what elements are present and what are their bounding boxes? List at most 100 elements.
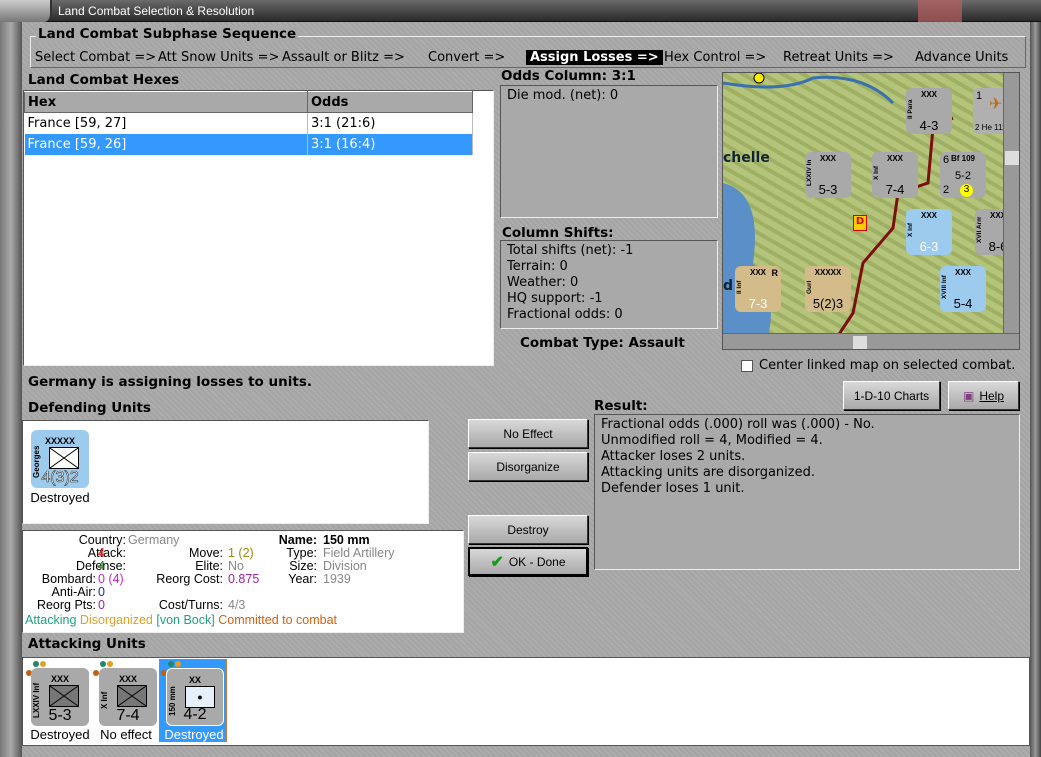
air-counter[interactable]: Bf 109 5-2 6 2 3 <box>940 152 986 198</box>
element <box>168 661 174 667</box>
map-counters-1-value: 5-3 <box>818 182 838 197</box>
disorganize-button[interactable]: Disorganize <box>468 452 588 481</box>
element <box>50 686 78 706</box>
buttons-no_effect: No Effect <box>503 426 553 441</box>
defending-title: Defending Units <box>28 400 151 416</box>
vscroll-thumb[interactable] <box>1005 151 1019 165</box>
charts-button[interactable]: 1-D-10 Charts <box>843 381 940 410</box>
attacking-units-list[interactable]: XXX LXXIV Inf 5-3 Destroyed XXX X Inf 7-4 No… <box>22 657 1030 746</box>
info-flags-0: Attacking <box>25 613 77 627</box>
col-hex[interactable]: Hex <box>24 91 308 113</box>
map-counter-defender[interactable]: XXX X Inf 6-3 <box>906 209 952 255</box>
attacking-unit-status: Destroyed <box>30 727 90 742</box>
attacking-units-2-value: 4-2 <box>183 706 207 723</box>
city-marker <box>753 73 765 84</box>
step-assign-losses: Assign Losses => <box>526 50 663 65</box>
map-counters-3-left: 6 <box>943 154 950 166</box>
result-line: Attacker loses 2 units. <box>601 449 746 464</box>
attacking-unit-status: Destroyed <box>164 727 224 742</box>
attacking-title: Attacking Units <box>28 636 146 652</box>
river <box>723 75 895 105</box>
map-counters-3-bottom: 2 <box>943 184 950 196</box>
year-value: 1939 <box>323 572 351 586</box>
element <box>107 661 113 667</box>
map-counters-8-value: 5-4 <box>953 296 973 311</box>
no-effect-button[interactable]: No Effect <box>468 419 588 448</box>
reorgcost-value: 0.875 <box>228 572 260 586</box>
artillery-dot-icon: ● <box>185 686 215 708</box>
unit-flags: Attacking Disorganized [von Bock] Commit… <box>25 613 337 628</box>
hq-shift: HQ support: -1 <box>507 291 603 306</box>
odds-title: Odds Column: 3:1 <box>501 68 636 84</box>
col-odds[interactable]: Odds <box>307 91 473 113</box>
attacking-unit-counter-selected[interactable]: XX 150 mm ● 4-2 <box>166 668 224 726</box>
map-counter[interactable]: XXX LXXIV Inf 5-3 <box>805 152 851 198</box>
costturns-value: 4/3 <box>228 598 246 612</box>
defending-units-list[interactable]: XXXXX Georges 4(3)2 Destroyed <box>22 420 429 524</box>
result-title: Result: <box>594 398 648 414</box>
map-counter[interactable]: XXX II Para 4-3 <box>906 88 952 134</box>
info-costturns_k: Cost/Turns: <box>158 598 223 612</box>
defending-unit-counter[interactable]: XXXXX Georges 4(3)2 <box>31 430 89 488</box>
terrain-shift: Terrain: 0 <box>507 259 568 274</box>
attacking-units-1-value: 7-4 <box>116 707 140 724</box>
odds-cell: 3:1 (16:4) <box>307 133 473 155</box>
defending-unit-status: Destroyed <box>30 490 90 505</box>
defending-units-0-value: 4(3)2 <box>41 469 79 487</box>
help-button[interactable]: ▣ Help <box>948 381 1019 410</box>
linked-map[interactable]: chelle d XXX II Para 4-3 1 ✈ 2 He 111 XXX LXX… <box>722 72 1020 350</box>
plane-icon: ✈ <box>989 96 1003 113</box>
right-frame <box>1030 22 1041 757</box>
subphase-title: Land Combat Subphase Sequence <box>36 26 299 42</box>
hscroll-thumb[interactable] <box>853 336 867 349</box>
charts-label: 1-D-10 Charts <box>853 388 930 403</box>
hex-list[interactable]: Hex Odds France [59, 27] 3:1 (21:6) France… <box>23 90 494 366</box>
element <box>50 448 78 468</box>
step-convert: Convert => <box>428 50 506 65</box>
weather-shift: Weather: 0 <box>507 275 579 290</box>
attacking-unit-counter[interactable]: XXX LXXIV Inf 5-3 <box>31 668 89 726</box>
title-bar: Land Combat Selection & Resolution <box>0 0 1041 22</box>
element <box>50 686 78 706</box>
attacking-unit-counter[interactable]: XXX X Inf 7-4 <box>99 668 157 726</box>
info-year_k: Year: <box>288 572 317 586</box>
air-counter-top: 1 <box>976 90 983 102</box>
element <box>118 686 146 706</box>
map-vscrollbar[interactable] <box>1003 73 1019 333</box>
center-map-checkbox[interactable] <box>741 360 753 372</box>
map-counter[interactable]: XXX II Inf R 7-3 <box>735 266 781 312</box>
step-assault-blitz: Assault or Blitz => <box>282 50 405 65</box>
map-counter[interactable]: XXX X Inf 7-4 <box>872 152 918 198</box>
result-box: Fractional odds (.000) roll was (.000) -… <box>594 414 1020 570</box>
step-att-snow: Att Snow Units => <box>158 50 280 65</box>
ok-done-button[interactable]: ✔ OK - Done <box>468 547 588 576</box>
info-flags-1: Disorganized <box>79 613 153 627</box>
element <box>175 661 181 667</box>
attacking-units-0-value: 5-3 <box>48 707 72 724</box>
table-row-selected[interactable]: France [59, 26] 3:1 (16:4) <box>24 133 473 155</box>
combat-marker: D <box>853 215 867 231</box>
shifts-box: Total shifts (net): -1 Terrain: 0 Weathe… <box>500 240 718 329</box>
step-hex-control: Hex Control => <box>664 50 767 65</box>
element <box>117 685 147 707</box>
element <box>33 661 39 667</box>
odds-cell: 3:1 (21:6) <box>307 112 473 134</box>
element <box>50 448 78 468</box>
info-flags-2: [von Bock] <box>156 613 215 627</box>
hexes-title: Land Combat Hexes <box>28 72 180 88</box>
table-row[interactable]: France [59, 27] 3:1 (21:6) <box>24 112 473 134</box>
map-counters-3-value: 5-2 <box>955 170 971 182</box>
step-select-combat: Select Combat => <box>35 50 157 65</box>
map-counters-6-flag: R <box>771 268 779 278</box>
combat-type-value: Assault <box>628 335 685 351</box>
element: Hex Odds France [59, 27] 3:1 (21:6) France… <box>24 91 473 155</box>
element: Hex Odds France [59, 27] 3:1 (21:6) France… <box>24 91 473 155</box>
step-retreat: Retreat Units => <box>783 50 894 65</box>
window-menu-button[interactable] <box>0 0 52 22</box>
map-counter[interactable]: XXX XVIII Inf 5-4 <box>940 266 986 312</box>
buttons-disorganize: Disorganize <box>496 459 560 474</box>
attacking-unit-status: No effect <box>100 727 152 742</box>
map-hscrollbar[interactable] <box>723 333 1019 349</box>
destroy-button[interactable]: Destroy <box>468 515 588 544</box>
map-counter[interactable]: XXXXX Gurl 5(2)3 <box>805 266 851 312</box>
